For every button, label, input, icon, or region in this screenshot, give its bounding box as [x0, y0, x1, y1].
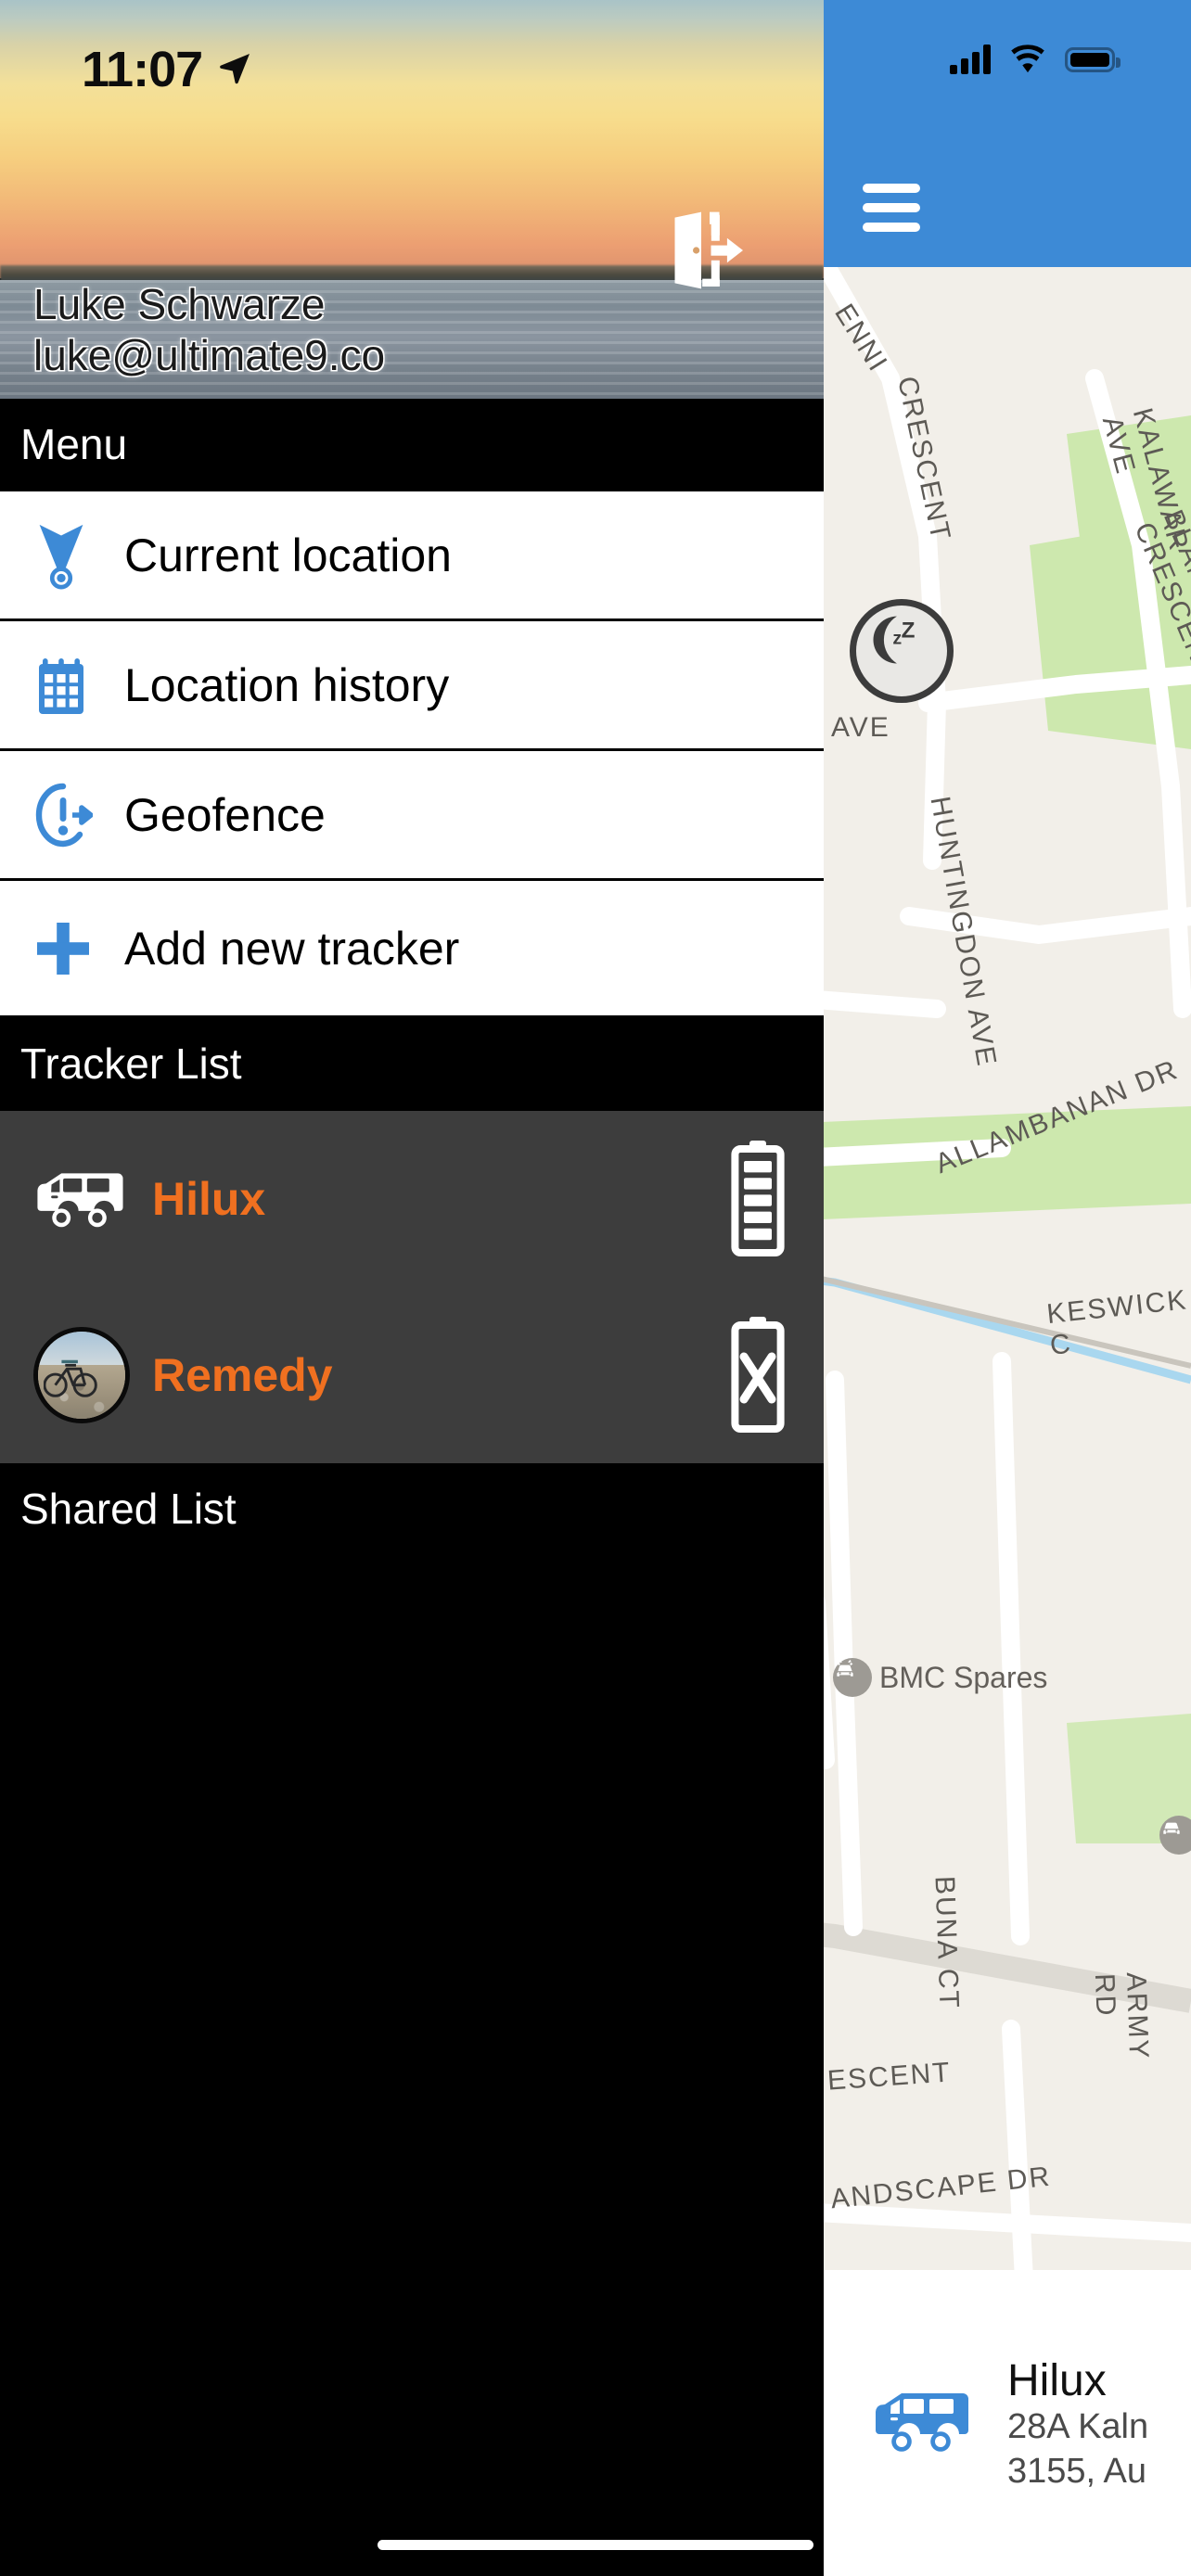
menu-item-label: Geofence — [124, 788, 326, 841]
plus-icon — [33, 919, 124, 978]
van-icon — [872, 2385, 983, 2462]
menu-item-current-location[interactable]: Current location — [0, 491, 824, 621]
bike-avatar — [33, 1327, 152, 1423]
app-screen: ENNI CRESCENT AVE KALAWAR AVE BLANDFORD … — [0, 0, 1191, 2576]
battery-full-icon — [731, 1138, 785, 1261]
menu-item-location-history[interactable]: Location history — [0, 621, 824, 751]
logout-button[interactable] — [662, 206, 751, 300]
poi-marker[interactable] — [1159, 1816, 1191, 1855]
wifi-icon — [1007, 45, 1048, 74]
van-icon — [33, 1167, 152, 1231]
tracker-name: Remedy — [152, 1349, 333, 1401]
geofence-icon — [33, 781, 124, 849]
menu-item-add-new-tracker[interactable]: Add new tracker — [0, 881, 824, 1018]
shared-section-title: Shared List — [0, 1463, 824, 1556]
logout-door-icon — [674, 211, 743, 289]
navigation-drawer[interactable]: 11:07 Luke Schwarze luke@ultimate9.co Me… — [0, 0, 824, 2576]
detail-address-line-1: 28A Kaln — [1007, 2407, 1149, 2447]
cellular-signal-icon — [950, 45, 991, 74]
battery-unknown-icon — [731, 1314, 785, 1437]
car-repair-icon — [833, 1658, 872, 1697]
sleep-status-marker[interactable]: z Z — [850, 599, 954, 703]
sleep-moon-icon: z Z — [873, 616, 916, 664]
menu-item-label: Location history — [124, 658, 450, 711]
battery-icon — [1065, 46, 1121, 72]
status-bar-clock: 11:07 — [82, 42, 203, 97]
tracker-row-remedy[interactable]: Remedy — [0, 1287, 824, 1463]
status-bar-left: 11:07 — [82, 41, 254, 98]
tracker-section-title: Tracker List — [0, 1018, 824, 1111]
car-repair-icon — [1159, 1816, 1191, 1855]
detail-address-line-2: 3155, Au — [1007, 2451, 1147, 2491]
detail-text-block: Hilux 28A Kaln 3155, Au — [1007, 2352, 1148, 2494]
poi-bmc-spares[interactable]: BMC Spares — [833, 1658, 1047, 1697]
location-arrow-icon — [217, 49, 254, 91]
user-info: Luke Schwarze luke@ultimate9.co — [33, 279, 385, 380]
menu-section-title: Menu — [0, 399, 824, 491]
status-bar-indicators — [950, 45, 1121, 74]
user-name: Luke Schwarze — [33, 280, 326, 329]
user-email: luke@ultimate9.co — [33, 330, 386, 379]
map-pin-icon — [33, 519, 124, 592]
hamburger-menu-icon[interactable] — [863, 184, 920, 232]
svg-text:Z: Z — [902, 618, 916, 644]
tracker-row-hilux[interactable]: Hilux — [0, 1111, 824, 1287]
calendar-icon — [33, 652, 124, 719]
home-indicator[interactable] — [378, 2540, 813, 2550]
menu-item-label: Add new tracker — [124, 922, 460, 975]
menu-item-label: Current location — [124, 529, 452, 581]
tracker-name: Hilux — [152, 1173, 266, 1225]
drawer-header: 11:07 Luke Schwarze luke@ultimate9.co — [0, 0, 824, 399]
menu-item-geofence[interactable]: Geofence — [0, 751, 824, 881]
detail-title: Hilux — [1007, 2356, 1107, 2406]
poi-label: BMC Spares — [879, 1660, 1048, 1694]
